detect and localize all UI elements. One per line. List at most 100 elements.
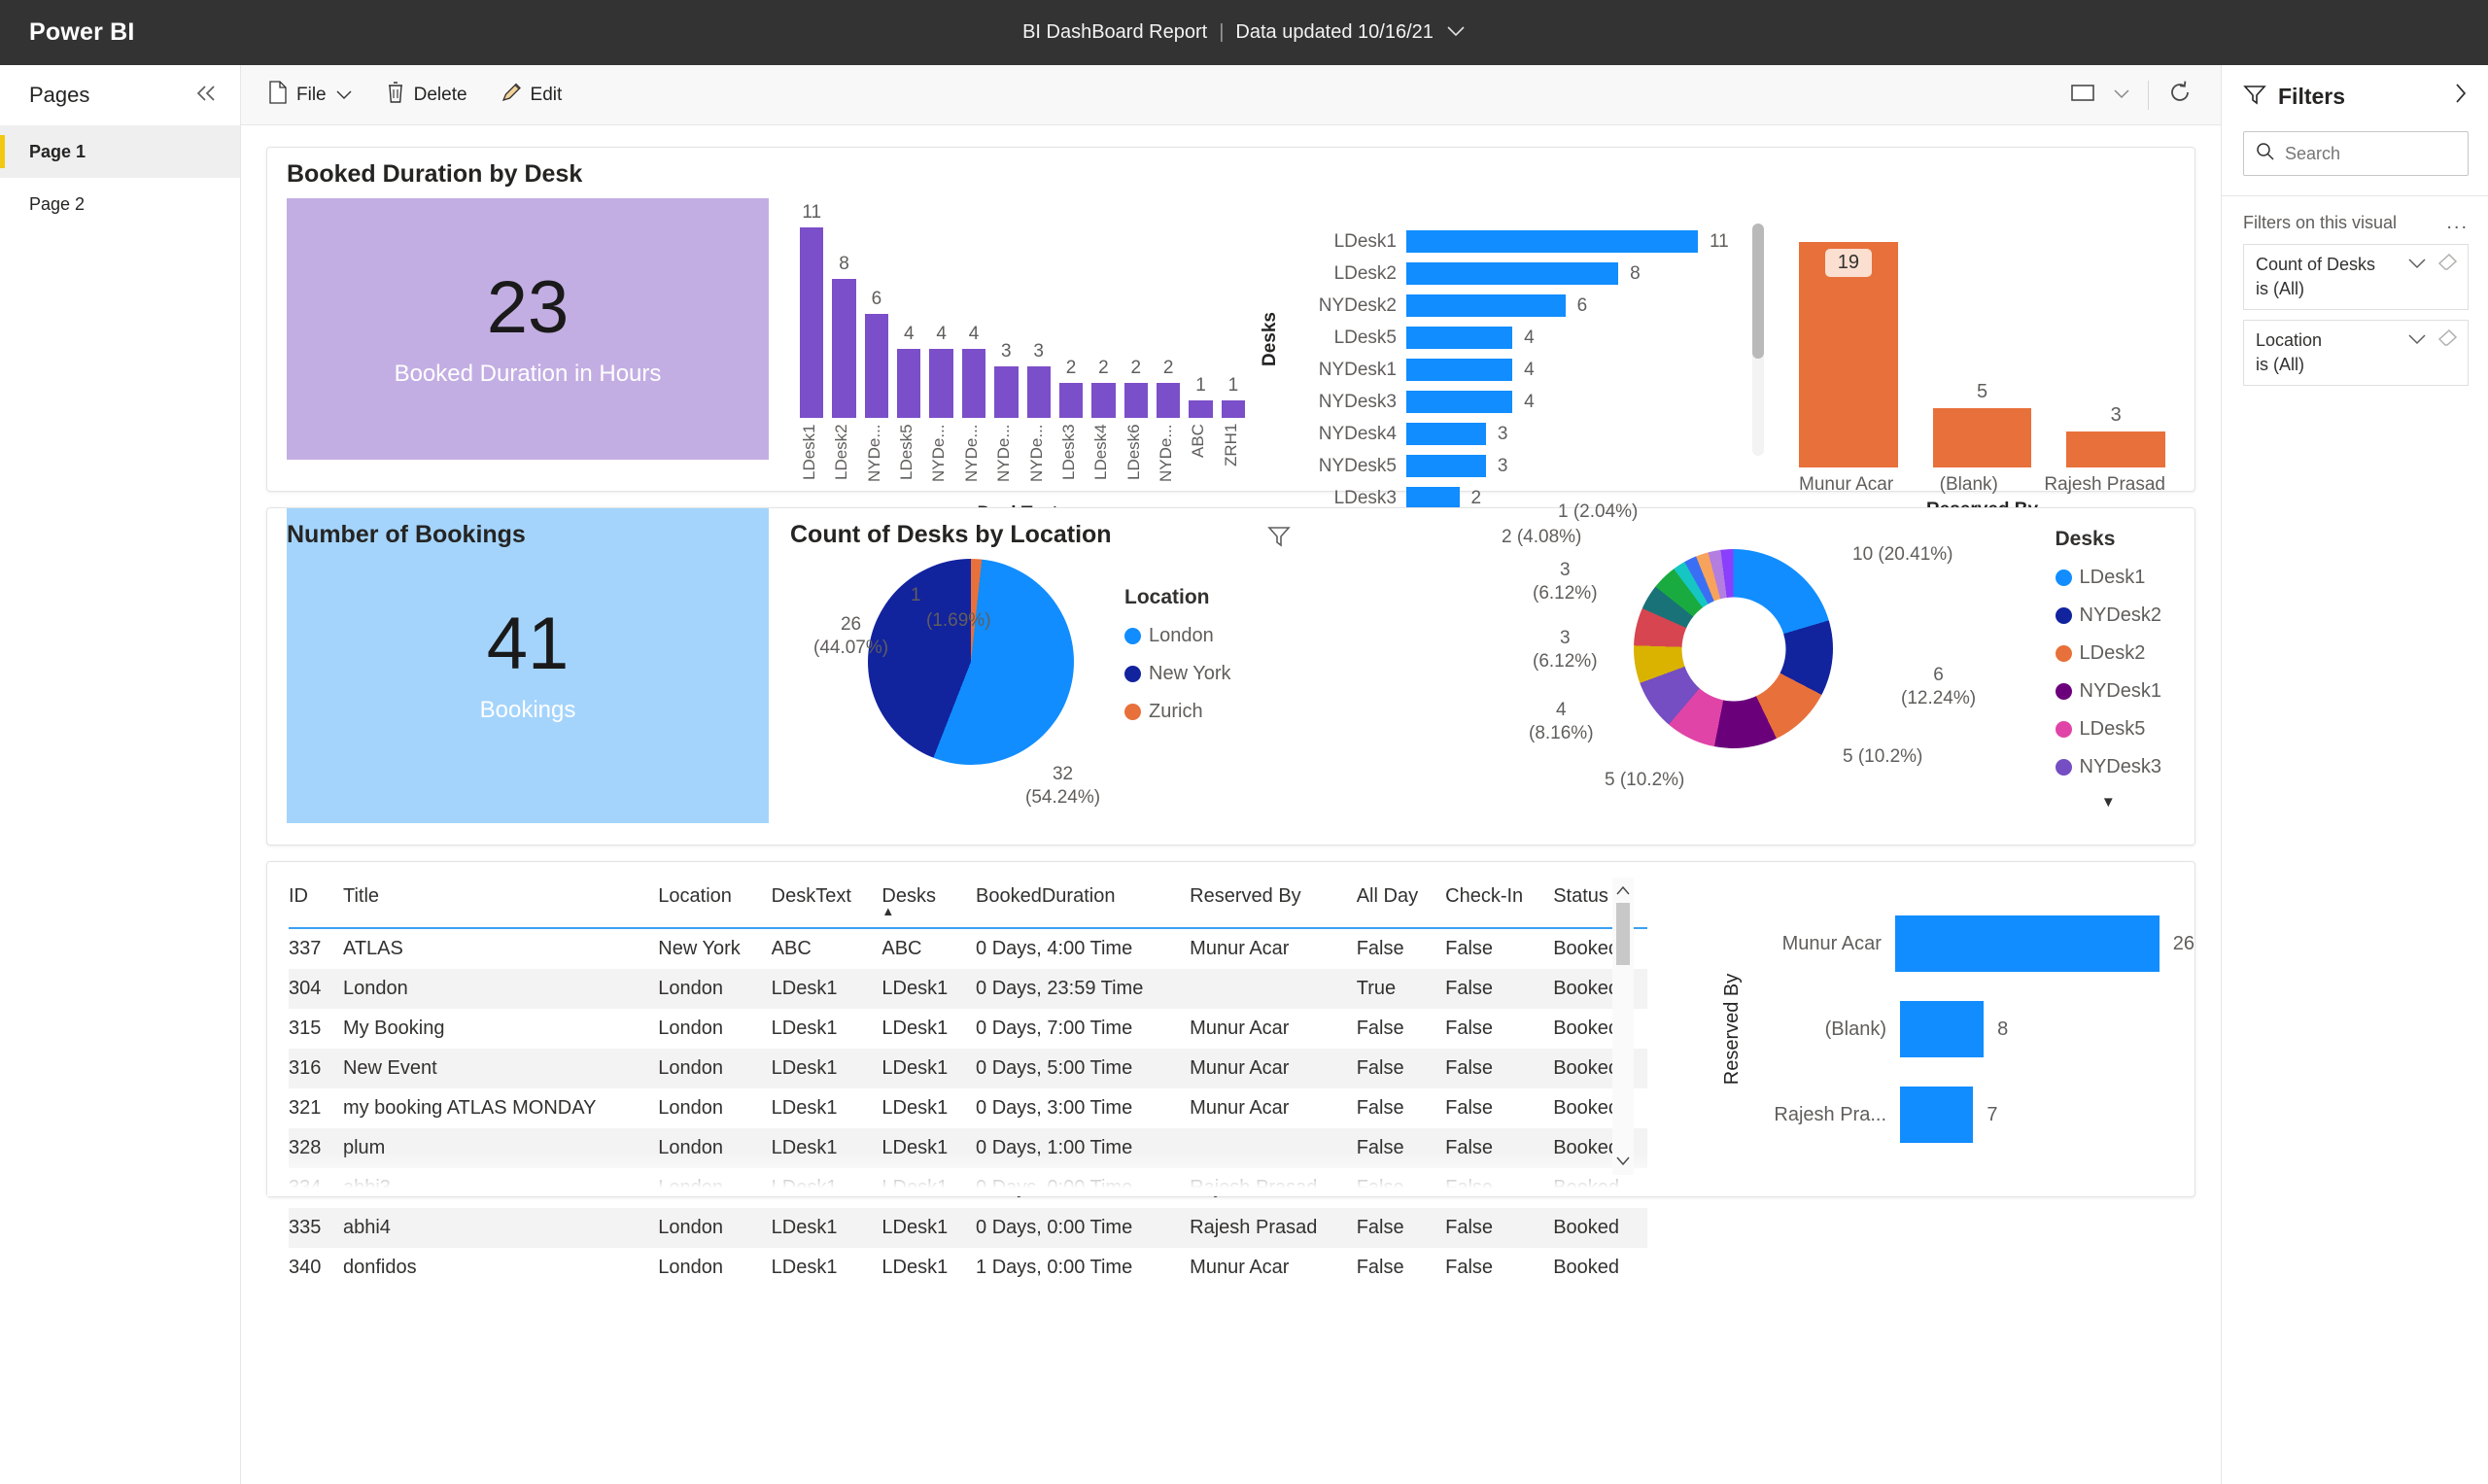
column-bar[interactable] [929,348,953,418]
powerbi-logo[interactable]: Power BI [29,18,135,47]
funnel-icon[interactable] [1266,524,1292,554]
column-bar-item[interactable]: 2 [1058,358,1084,418]
eraser-icon[interactable] [2437,328,2458,352]
chevron-down-icon[interactable] [1446,24,1466,42]
horizontal-bar[interactable] [1406,455,1486,477]
horizontal-bar-item[interactable]: Munur Acar 26 [1715,901,2194,986]
horizontal-bar[interactable] [1406,262,1619,285]
column-bar[interactable] [1058,383,1084,418]
scrollbar-track[interactable] [1616,903,1630,1150]
visual-row-3[interactable]: ID Title Location DeskText Desks ▲ BookedDurat… [266,861,2195,1278]
column-bar-item[interactable]: 11 [800,202,824,418]
table-column-header[interactable]: ID [289,881,343,929]
legend-item[interactable]: London [1124,625,1231,647]
legend-item[interactable]: LDesk2 [2055,642,2161,665]
search-input[interactable] [2285,143,2456,164]
table-column-header[interactable]: BookedDuration [976,881,1191,929]
filter-card-location[interactable]: Location is (All) [2243,320,2469,386]
kpi-card-booked-duration[interactable]: 23 Booked Duration in Hours [287,198,769,460]
edit-button[interactable]: Edit [501,81,562,110]
chevron-right-icon[interactable] [2453,82,2469,111]
visual-row-2[interactable]: Number of Bookings 41 Bookings Count of … [266,501,2195,846]
horizontal-bar-item[interactable]: NYDesk3 4 [1280,386,1737,418]
kpi-card-bookings[interactable]: 41 Bookings [287,508,769,823]
legend-item[interactable]: NYDesk2 [2055,604,2161,627]
sidebar-item-page-1[interactable]: Page 1 [0,125,240,178]
table-row[interactable]: 328 plum London LDesk1 LDesk1 0 Days, 1:00 Ti… [289,1128,1647,1168]
chart-reserved-by-column[interactable]: 1953 Munur Acar(Blank)Rajesh Prasad Rese… [1770,198,2194,520]
horizontal-bar[interactable] [1900,1001,1985,1057]
column-bar-item[interactable]: 19 [1799,242,1898,467]
table-scrollbar[interactable] [1612,878,1634,1175]
column-bar[interactable] [800,227,824,418]
fit-to-page-icon[interactable] [2070,83,2095,107]
column-bar[interactable] [994,365,1019,418]
column-bar[interactable] [1156,383,1181,418]
horizontal-bar-item[interactable]: NYDesk2 6 [1280,290,1737,322]
horizontal-bar[interactable] [1406,294,1566,317]
horizontal-bar[interactable] [1406,391,1513,413]
more-options-icon[interactable]: ... [2446,212,2469,234]
horizontal-bar-item[interactable]: LDesk1 11 [1280,225,1737,258]
scrollbar-thumb[interactable] [1616,903,1630,965]
table-row[interactable]: 316 New Event London LDesk1 LDesk1 0 Days, 5:… [289,1049,1647,1088]
column-bar[interactable] [1026,365,1051,418]
column-bar-item[interactable]: 2 [1156,358,1181,418]
table-column-header[interactable]: Check-In [1445,881,1554,929]
chart-booked-duration-column[interactable]: 11 8 6 4 4 4 3 3 2 2 2 2 1 1 LDesk1 LDesk2 NYDe... LDesk… [769,198,1255,524]
filter-card-count-of-desks[interactable]: Count of Desks is (All) [2243,244,2469,310]
chevron-up-icon[interactable] [1615,883,1631,899]
legend-item[interactable]: NYDesk1 [2055,680,2161,703]
table-row[interactable]: 334 abhi3 London LDesk1 LDesk1 0 Days, 0:00 T… [289,1168,1647,1208]
horizontal-bar[interactable] [1894,915,2160,972]
pie-chart[interactable] [868,559,1074,765]
data-table-panel[interactable]: ID Title Location DeskText Desks ▲ BookedDurat… [267,862,1647,1278]
column-bar-item[interactable]: 3 [994,341,1019,418]
bookings-table[interactable]: ID Title Location DeskText Desks ▲ BookedDurat… [289,881,1647,1288]
column-bar-item[interactable]: 3 [1026,341,1051,418]
chart-desks-horizontal-bar[interactable]: Desks LDesk1 11 LDesk2 8 NYDesk2 6 LDesk5 4 NYDe… [1255,198,1770,509]
donut-chart[interactable] [1634,549,1833,748]
column-bar[interactable] [897,348,921,418]
legend-item[interactable]: LDesk5 [2055,718,2161,741]
table-row[interactable]: 335 abhi4 London LDesk1 LDesk1 0 Days, 0:00 T… [289,1208,1647,1248]
table-column-header[interactable]: DeskText [771,881,882,929]
filters-search-box[interactable] [2243,131,2469,176]
horizontal-bar-item[interactable]: LDesk2 8 [1280,258,1737,290]
table-row[interactable]: 304 London London LDesk1 LDesk1 0 Days, 23:59… [289,969,1647,1009]
table-row[interactable]: 340 donfidos London LDesk1 LDesk1 1 Days, 0:0… [289,1248,1647,1288]
visual-booked-duration-by-desk[interactable]: Booked Duration by Desk 23 Booked Durati… [266,147,2195,524]
chevron-down-icon[interactable] [2407,332,2427,350]
delete-button[interactable]: Delete [386,81,467,110]
chart-desks-donut[interactable]: 10 (20.41%) 6 (12.24%) 5 (10.2%) 5 (10.2%… [1313,501,2194,845]
table-column-header[interactable]: Location [658,881,772,929]
column-bar-item[interactable]: 4 [961,324,986,418]
column-bar-item[interactable]: 6 [864,289,889,418]
horizontal-bar[interactable] [1406,359,1513,381]
horizontal-bar-item[interactable]: Rajesh Pra... 7 [1715,1072,2194,1157]
table-column-header[interactable]: Title [342,881,659,929]
horizontal-bar-item[interactable]: LDesk5 4 [1280,322,1737,354]
legend-item[interactable]: Zurich [1124,701,1231,723]
table-row[interactable]: 337 ATLAS New York ABC ABC 0 Days, 4:00 Time M… [289,928,1647,969]
table-column-header[interactable]: Reserved By [1190,881,1357,929]
legend-item[interactable]: NYDesk3 [2055,756,2161,778]
column-bar-item[interactable]: 1 [1221,375,1246,418]
eraser-icon[interactable] [2437,253,2458,276]
chart-count-of-desks-by-location[interactable]: Count of Desks by Location Location Lond… [769,508,1313,845]
horizontal-bar-item[interactable]: NYDesk1 4 [1280,354,1737,386]
chevron-down-icon[interactable]: ▼ [2056,794,2161,811]
horizontal-bar[interactable] [1406,487,1460,509]
scrollbar-thumb[interactable] [1752,224,1764,359]
legend-item[interactable]: New York [1124,663,1231,685]
column-bar-item[interactable]: 1 [1189,375,1213,418]
column-bar[interactable] [1221,400,1246,418]
table-row[interactable]: 315 My Booking London LDesk1 LDesk1 0 Days, 7… [289,1009,1647,1049]
chevron-down-icon[interactable] [2113,86,2130,104]
horizontal-bar[interactable] [1900,1087,1974,1143]
chevron-down-icon[interactable] [1615,1154,1631,1169]
table-row[interactable]: 321 my booking ATLAS MONDAY London LDesk1 LD… [289,1088,1647,1128]
column-bar-item[interactable]: 4 [897,324,921,418]
column-bar-item[interactable]: 2 [1123,358,1148,418]
column-bar-item[interactable]: 8 [832,254,856,418]
